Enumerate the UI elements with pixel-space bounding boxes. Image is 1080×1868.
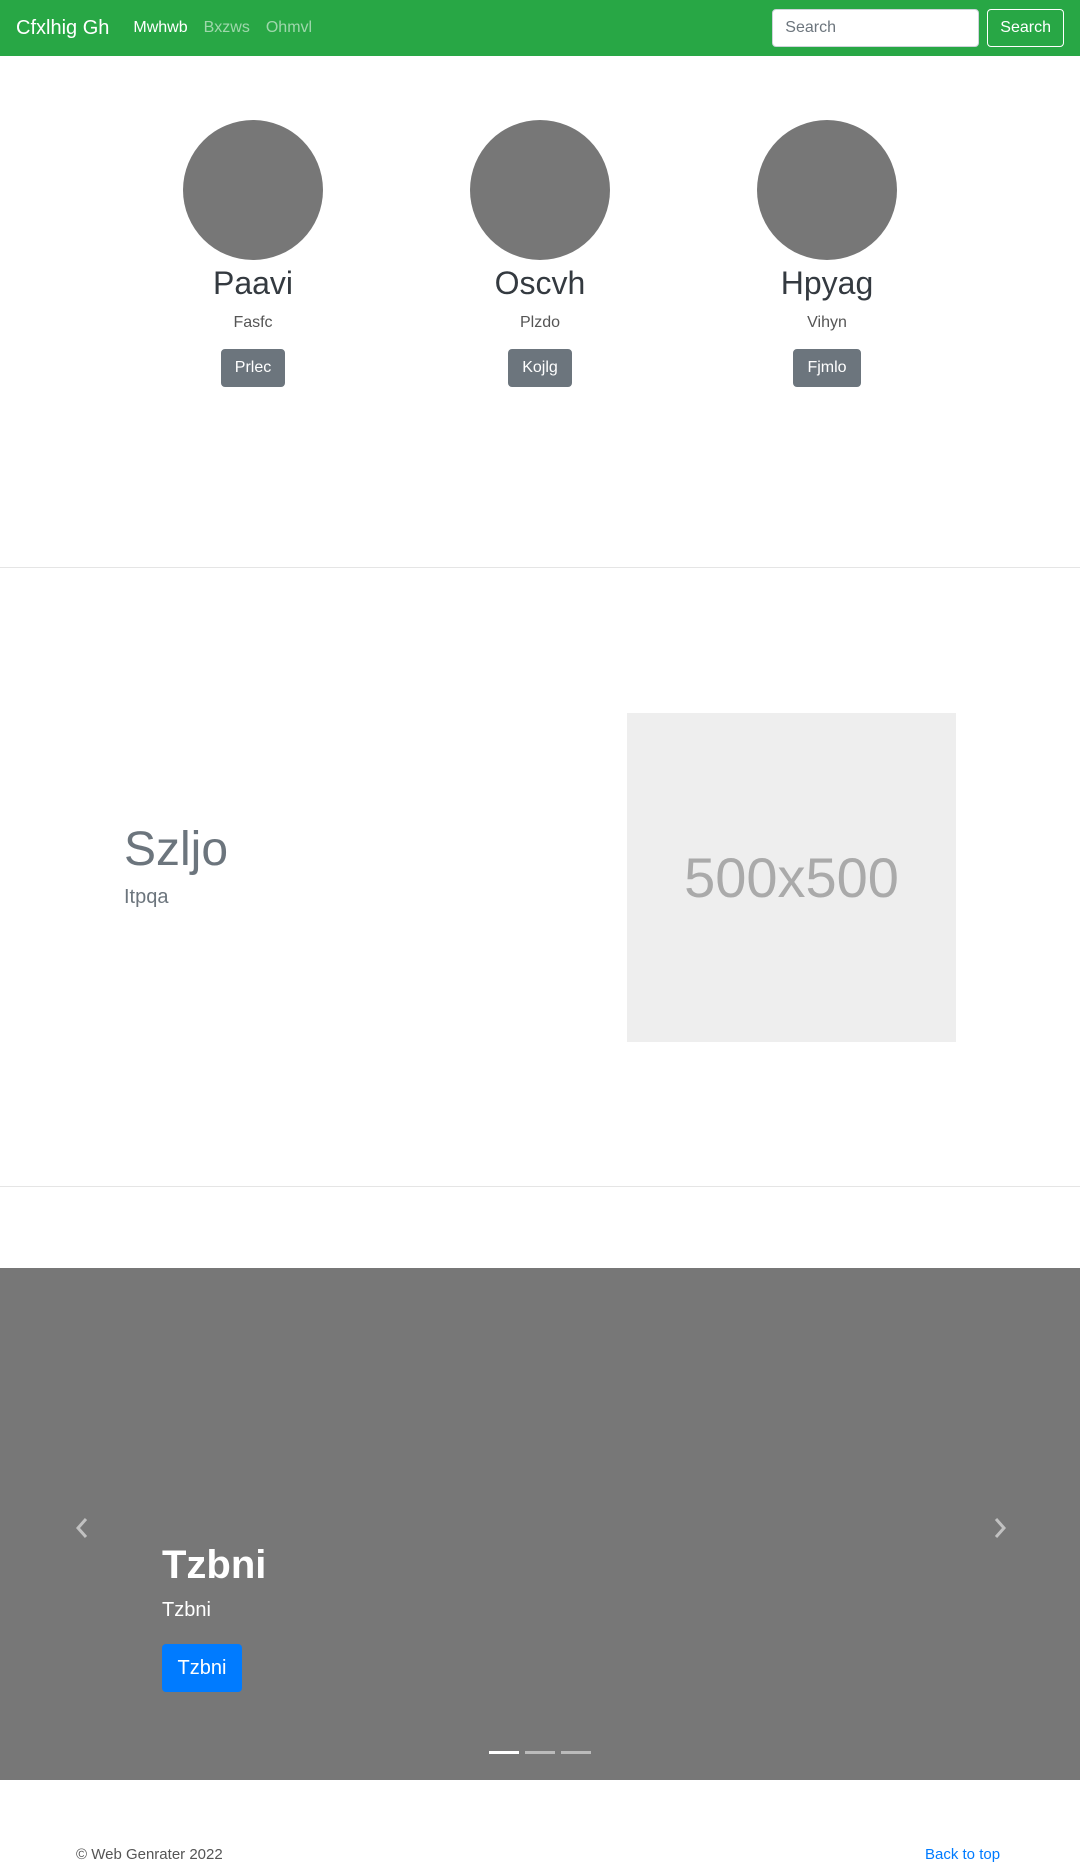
- carousel-indicators: [489, 1751, 597, 1754]
- carousel-indicator[interactable]: [561, 1751, 591, 1754]
- member-role: Fasfc: [233, 314, 273, 331]
- member-name: Oscvh: [494, 265, 586, 301]
- nav-link-ohmvl[interactable]: Ohmvl: [266, 19, 312, 37]
- carousel-indicator[interactable]: [489, 1751, 519, 1754]
- member-name: Paavi: [212, 265, 294, 301]
- nav-link-bxzws[interactable]: Bxzws: [204, 19, 250, 37]
- member-name: Hpyag: [780, 265, 874, 301]
- member-button[interactable]: Fjmlo: [793, 349, 861, 387]
- brand-link[interactable]: Cfxlhig Gh: [16, 17, 109, 40]
- footer-copyright: © Web Genrater 2022: [76, 1846, 223, 1863]
- team-member-card: Hpyag Vihyn Fjmlo: [707, 120, 947, 387]
- carousel-caption-text: Tzbni: [162, 1599, 211, 1621]
- member-role: Plzdo: [519, 314, 561, 331]
- avatar: [183, 120, 323, 260]
- chevron-right-icon: [994, 1518, 1007, 1538]
- section-divider: [0, 1186, 1080, 1187]
- search-button[interactable]: Search: [987, 9, 1064, 47]
- navbar: Cfxlhig Gh Mwhwb Bxzws Ohmvl Search: [0, 0, 1080, 56]
- member-button[interactable]: Kojlg: [508, 349, 572, 387]
- nav-link-mwhwb[interactable]: Mwhwb: [133, 19, 187, 37]
- member-role: Vihyn: [807, 314, 847, 331]
- carousel-caption-title: Tzbni: [162, 1543, 267, 1587]
- feature-subtitle: Itpqa: [124, 886, 169, 908]
- avatar: [470, 120, 610, 260]
- section-divider: [0, 567, 1080, 568]
- carousel-caption-button[interactable]: Tzbni: [162, 1644, 242, 1692]
- search-form: Search: [772, 9, 1064, 47]
- carousel-next-button[interactable]: [980, 1508, 1020, 1548]
- carousel-indicator[interactable]: [525, 1751, 555, 1754]
- member-button[interactable]: Prlec: [220, 349, 286, 387]
- avatar: [757, 120, 897, 260]
- search-input[interactable]: [772, 9, 980, 47]
- back-to-top-link[interactable]: Back to top: [925, 1846, 1000, 1863]
- chevron-left-icon: [75, 1518, 88, 1538]
- team-member-card: Oscvh Plzdo Kojlg: [420, 120, 660, 387]
- team-member-card: Paavi Fasfc Prlec: [133, 120, 373, 387]
- placeholder-image-label: 500x500: [684, 846, 899, 909]
- carousel: Tzbni Tzbni Tzbni: [0, 1268, 1080, 1780]
- carousel-prev-button[interactable]: [62, 1508, 102, 1548]
- placeholder-image: 500x500: [627, 713, 956, 1042]
- feature-title: Szljo: [124, 823, 229, 876]
